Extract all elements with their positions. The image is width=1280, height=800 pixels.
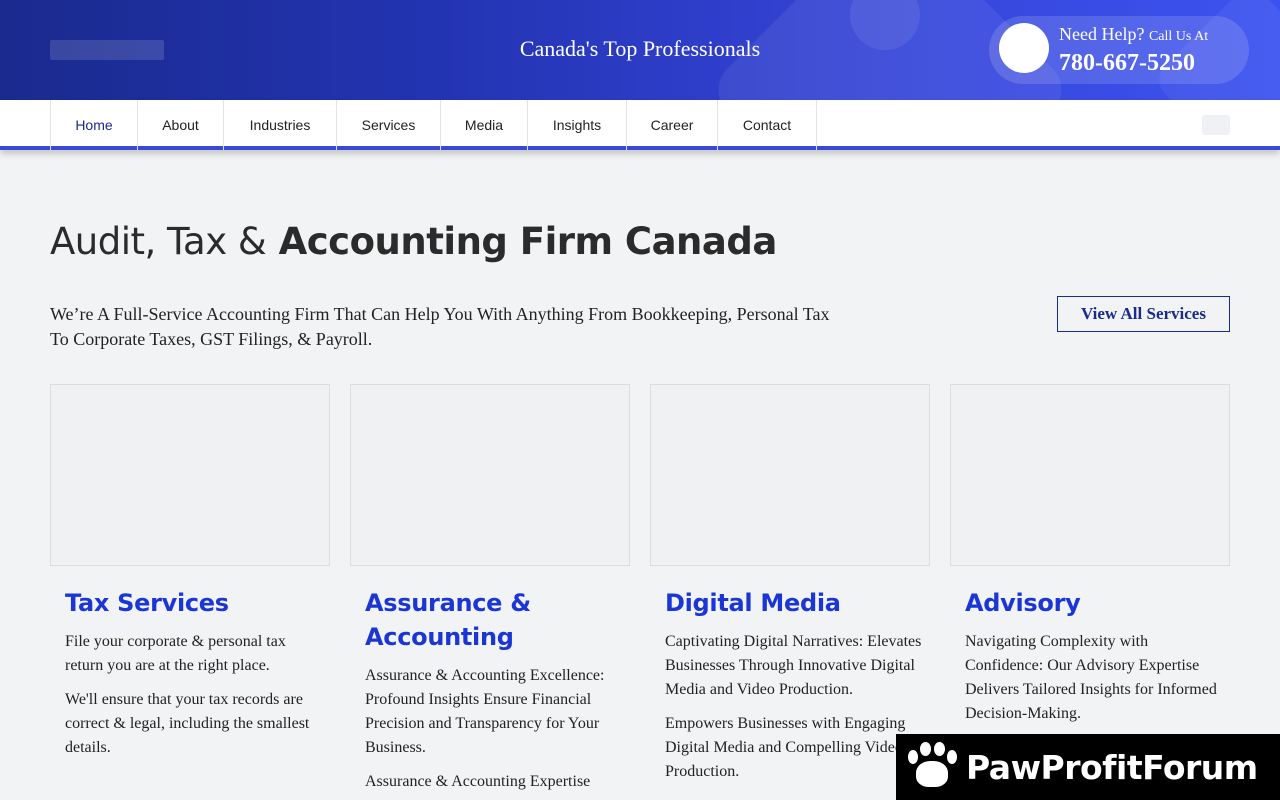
card-text: File your corporate & personal tax retur… [65,633,286,674]
search-icon[interactable] [1202,115,1230,135]
help-contact-box[interactable]: Need Help? Call Us At 780-667-5250 [989,16,1249,84]
card-text: Captivating Digital Narratives: Elevates… [665,633,922,698]
card-text: We'll ensure that your tax records are c… [65,691,310,756]
card-image-tax[interactable] [50,384,330,566]
page-title: Audit, Tax & Accounting Firm Canada [50,220,777,263]
intro-text: We’re A Full-Service Accounting Firm Tha… [50,304,830,349]
page-title-bold: Accounting Firm Canada [278,220,778,263]
watermark-text: PawProfitForum [966,747,1258,787]
card-digital-media: Digital Media Captivating Digital Narrat… [665,586,925,794]
paw-icon [896,734,966,800]
card-text: Assurance & Accounting Expertise [365,773,591,790]
phone-icon [999,23,1049,73]
page-title-light: Audit, Tax & [50,220,267,263]
nav-item-media[interactable]: Media [441,100,528,150]
nav-item-services[interactable]: Services [337,100,441,150]
card-advisory: Advisory Navigating Complexity with Conf… [965,586,1225,736]
nav-item-contact[interactable]: Contact [718,100,817,150]
view-all-services-button[interactable]: View All Services [1057,296,1230,332]
card-image-assurance[interactable] [350,384,630,566]
card-tax-services: Tax Services File your corporate & perso… [65,586,325,770]
card-text: Assurance & Accounting Excellence: Profo… [365,667,605,756]
site-header: Canada's Top Professionals Need Help? Ca… [0,0,1280,100]
help-text: Need Help? Call Us At 780-667-5250 [1059,24,1208,79]
phone-number[interactable]: 780-667-5250 [1059,47,1208,79]
nav-item-about[interactable]: About [138,100,224,150]
nav-item-industries[interactable]: Industries [224,100,337,150]
card-assurance-accounting: Assurance & Accounting Assurance & Accou… [365,586,625,800]
card-title[interactable]: Tax Services [65,586,325,620]
help-sub-label: Call Us At [1148,29,1209,44]
nav-item-home[interactable]: Home [51,100,138,150]
main-nav: Home About Industries Services Media Ins… [0,100,1280,150]
nav-item-insights[interactable]: Insights [528,100,627,150]
card-title[interactable]: Assurance & Accounting [365,586,625,654]
watermark-banner: PawProfitForum [896,734,1280,800]
card-text: Navigating Complexity with Confidence: O… [965,633,1217,722]
card-title[interactable]: Advisory [965,586,1225,620]
nav-item-career[interactable]: Career [627,100,718,150]
nav-list: Home About Industries Services Media Ins… [50,100,817,150]
card-image-advisory[interactable] [950,384,1230,566]
help-label: Need Help? [1059,24,1145,44]
card-text: Empowers Businesses with Engaging Digita… [665,715,906,780]
card-title[interactable]: Digital Media [665,586,925,620]
card-image-digital-media[interactable] [650,384,930,566]
